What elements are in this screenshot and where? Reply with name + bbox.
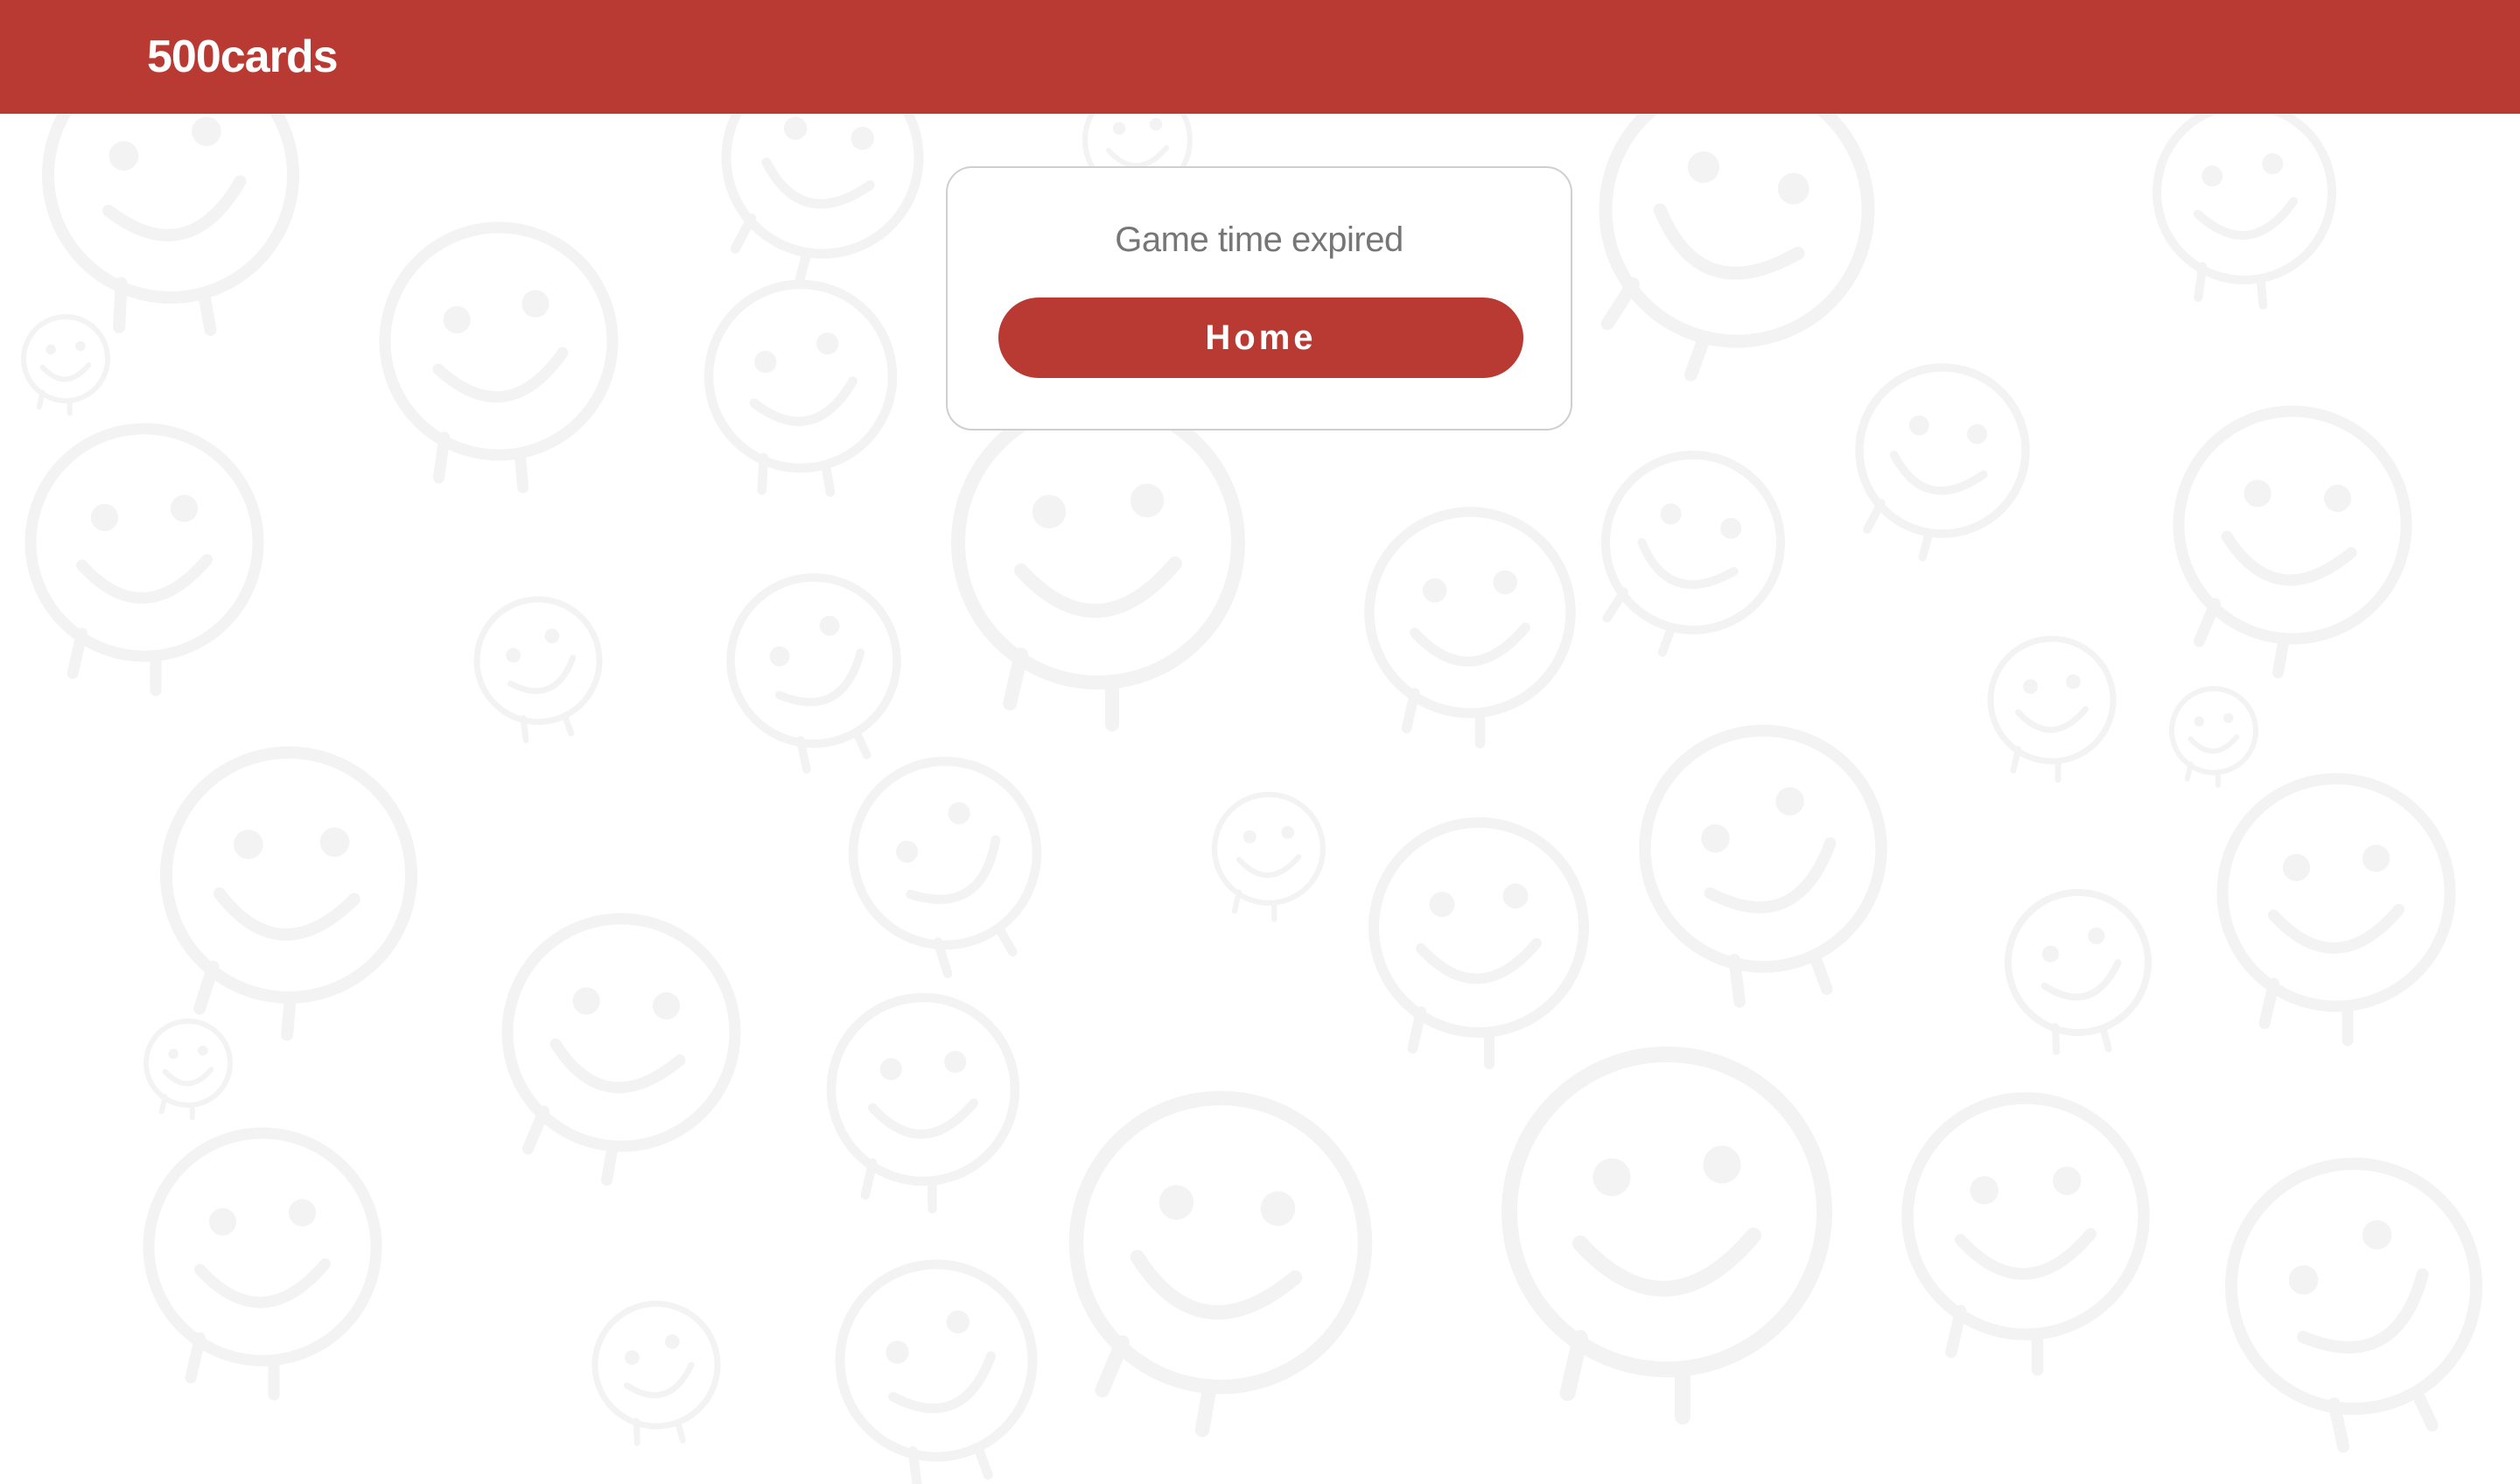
smiley-face-icon: [2216, 773, 2456, 1046]
smiley-face-icon: [592, 1300, 721, 1446]
smiley-face-icon: [1987, 635, 2117, 783]
game-expired-dialog: Game time expired Home: [946, 166, 1572, 430]
smiley-face-icon: [835, 1259, 1038, 1484]
smiley-face-icon: [1368, 817, 1589, 1069]
smiley-face-icon: [144, 1018, 233, 1121]
smiley-face-icon: [1855, 363, 2030, 562]
smiley-face-icon: [2225, 1158, 2482, 1453]
smiley-face-icon: [1901, 1092, 2150, 1376]
smiley-face-icon: [848, 756, 1042, 978]
smiley-face-icon: [1068, 1090, 1373, 1438]
home-button[interactable]: Home: [998, 298, 1523, 378]
smiley-face-icon: [1639, 724, 1887, 1008]
smiley-face-icon: [143, 1127, 382, 1401]
smiley-face-icon: [1502, 1046, 1832, 1424]
smiley-face-icon: [24, 423, 264, 696]
smiley-face-icon: [726, 573, 901, 774]
smiley-face-icon: [951, 396, 1245, 732]
smiley-face-icon: [1601, 451, 1785, 657]
smiley-face-icon: [473, 596, 603, 744]
smiley-face-icon: [379, 221, 619, 494]
smiley-face-icon: [1211, 791, 1326, 922]
dialog-message: Game time expired: [1115, 220, 1404, 259]
brand-logo-link[interactable]: 500cards: [147, 26, 339, 88]
smiley-face-icon: [160, 746, 417, 1041]
smiley-face-icon: [1364, 507, 1576, 749]
top-navbar: 500cards: [0, 0, 2520, 114]
smiley-face-icon: [826, 992, 1020, 1214]
smiley-face-icon: [21, 314, 110, 416]
smiley-face-icon: [2169, 686, 2258, 788]
smiley-face-icon: [2005, 889, 2152, 1055]
smiley-face-icon: [2152, 101, 2336, 310]
smiley-face-icon: [501, 913, 741, 1186]
page: 500cards Game time expired Home: [0, 0, 2520, 1484]
smiley-face-icon: [704, 279, 898, 497]
smiley-face-icon: [2173, 405, 2412, 679]
